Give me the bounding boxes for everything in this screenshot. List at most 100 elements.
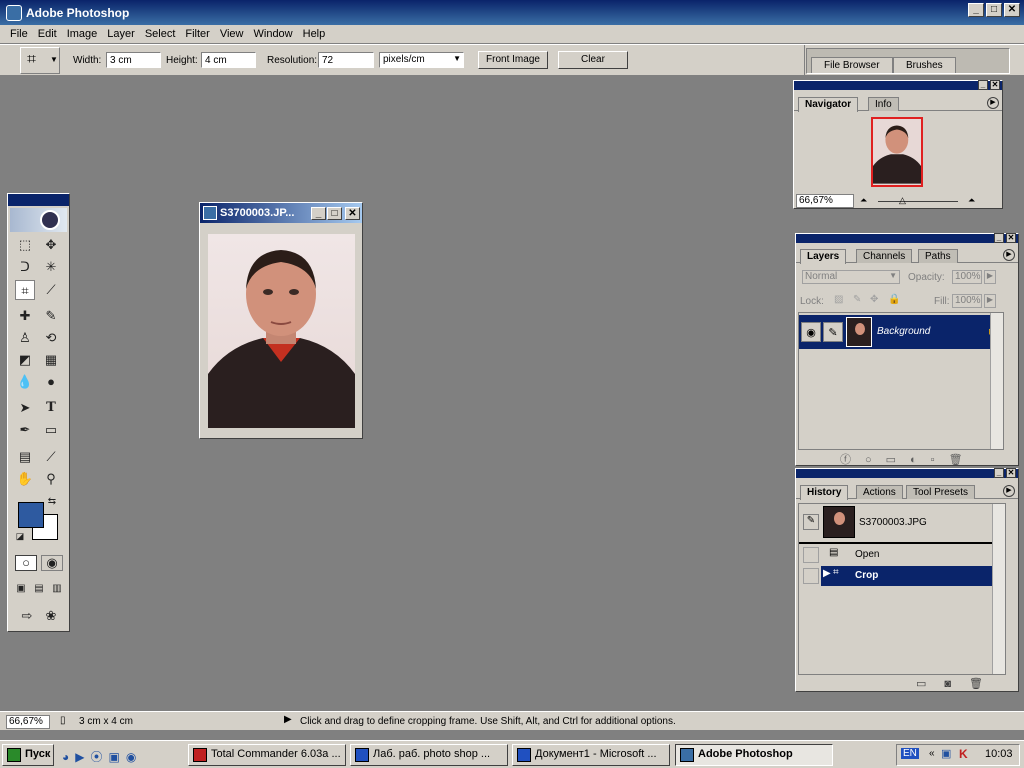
zoom-slider[interactable] [878, 201, 958, 202]
layers-close-button[interactable]: ✕ [1006, 233, 1016, 243]
type-tool-icon[interactable]: T [41, 398, 61, 418]
lock-transparency-icon[interactable]: ▨ [834, 294, 843, 305]
menu-select[interactable]: Select [140, 28, 181, 40]
imageready-icon[interactable]: ❀ [41, 606, 61, 626]
status-menu-arrow-icon[interactable]: ▶ [284, 714, 292, 725]
task-photoshop[interactable]: Adobe Photoshop [675, 744, 833, 766]
layers-scrollbar[interactable] [990, 313, 1003, 449]
blur-tool-icon[interactable]: 💧 [15, 372, 35, 392]
tab-paths[interactable]: Paths [918, 249, 958, 263]
tab-brushes[interactable]: Brushes [893, 57, 956, 73]
opacity-arrow-icon[interactable]: ▶ [984, 270, 996, 284]
crop-tool-icon[interactable]: ⌗ [15, 280, 35, 300]
slice-tool-icon[interactable]: ⟋ [41, 280, 61, 300]
task-word-document[interactable]: Документ1 - Microsoft ... [512, 744, 670, 766]
task-total-commander[interactable]: Total Commander 6.03a ... [188, 744, 346, 766]
layers-footer-icons[interactable]: ⓕ○▭◐▫🗑 [840, 451, 977, 467]
language-indicator[interactable]: EN [901, 748, 919, 759]
history-step-open[interactable]: ▤ Open [799, 545, 1005, 565]
path-selection-tool-icon[interactable]: ➤ [15, 398, 35, 418]
network-icon[interactable]: ▣ [941, 747, 951, 760]
tab-file-browser[interactable]: File Browser [811, 57, 893, 73]
visibility-eye-icon[interactable]: ◉ [801, 322, 821, 342]
history-menu-button[interactable]: ▶ [1003, 485, 1015, 497]
maximize-button[interactable]: □ [986, 3, 1002, 17]
standard-screen-mode-icon[interactable]: ▣ [13, 581, 29, 597]
minimize-button[interactable]: _ [968, 3, 984, 17]
full-screen-menu-mode-icon[interactable]: ▤ [31, 581, 47, 597]
document-minimize-button[interactable]: _ [311, 206, 326, 220]
dodge-tool-icon[interactable]: ● [41, 372, 61, 392]
layers-minimize-button[interactable]: _ [994, 233, 1004, 243]
fill-arrow-icon[interactable]: ▶ [984, 294, 996, 308]
close-button[interactable]: ✕ [1004, 3, 1020, 17]
status-zoom-field[interactable]: 66,67% [6, 715, 50, 729]
zoom-tool-icon[interactable]: ⚲ [41, 469, 61, 489]
history-minimize-button[interactable]: _ [994, 468, 1004, 478]
jump-to-imageready-icon[interactable]: ⇨ [15, 606, 39, 626]
opacity-field[interactable]: 100% [952, 270, 982, 284]
eyedropper-tool-icon[interactable]: ⟋ [41, 447, 61, 467]
lock-position-icon[interactable]: ✥ [870, 294, 878, 305]
zoom-out-icon[interactable]: ⏶ [860, 195, 867, 206]
quick-mask-mode-icon[interactable]: ◉ [41, 555, 63, 571]
eraser-tool-icon[interactable]: ◩ [15, 350, 35, 370]
tab-actions[interactable]: Actions [856, 485, 903, 499]
tab-layers[interactable]: Layers [800, 249, 847, 264]
tray-expand-icon[interactable]: « [929, 748, 935, 759]
history-step-crop[interactable]: ▶ ⌗ Crop [799, 566, 995, 586]
clear-button[interactable]: Clear [558, 51, 628, 69]
tab-history[interactable]: History [800, 485, 849, 500]
shape-tool-icon[interactable]: ▭ [41, 420, 61, 440]
start-button[interactable]: Пуск [2, 744, 54, 766]
menu-file[interactable]: File [5, 28, 33, 40]
navigator-close-button[interactable]: ✕ [990, 80, 1000, 90]
history-header[interactable]: _ ✕ [796, 468, 1018, 478]
fill-field[interactable]: 100% [952, 294, 982, 308]
resolution-field[interactable] [318, 52, 374, 68]
hand-tool-icon[interactable]: ✋ [15, 469, 35, 489]
gradient-tool-icon[interactable]: ▦ [41, 350, 61, 370]
menu-edit[interactable]: Edit [33, 28, 62, 40]
history-brush-tool-icon[interactable]: ⟲ [41, 328, 61, 348]
menu-help[interactable]: Help [298, 28, 331, 40]
navigator-zoom-field[interactable]: 66,67% [796, 194, 854, 208]
menu-view[interactable]: View [215, 28, 249, 40]
quick-launch-icons[interactable]: ◕▶⦿▣◉ [62, 748, 142, 765]
zoom-slider-handle-icon[interactable]: △ [899, 195, 906, 206]
layers-menu-button[interactable]: ▶ [1003, 249, 1015, 261]
antivirus-icon[interactable]: K [959, 747, 968, 761]
swap-colors-icon[interactable]: ⇆ [46, 496, 58, 508]
notes-tool-icon[interactable]: ▤ [15, 447, 35, 467]
document-close-button[interactable]: ✕ [345, 206, 360, 220]
document-maximize-button[interactable]: □ [327, 206, 342, 220]
app-titlebar[interactable]: Adobe Photoshop _ □ ✕ [0, 0, 1024, 25]
document-photo[interactable] [208, 234, 355, 428]
tab-navigator[interactable]: Navigator [798, 97, 859, 112]
menu-filter[interactable]: Filter [180, 28, 214, 40]
default-colors-icon[interactable]: ◪ [14, 530, 26, 542]
full-screen-mode-icon[interactable]: ▥ [49, 581, 65, 597]
navigator-minimize-button[interactable]: _ [978, 80, 988, 90]
resolution-units-select[interactable]: pixels/cm ▼ [379, 52, 464, 68]
zoom-in-icon[interactable]: ⏶ [968, 195, 975, 206]
document-window[interactable]: S3700003.JP... _ □ ✕ [199, 202, 363, 439]
blend-mode-select[interactable]: Normal ▼ [802, 270, 900, 284]
pen-tool-icon[interactable]: ✒ [15, 420, 35, 440]
width-field[interactable] [106, 52, 161, 68]
height-field[interactable] [201, 52, 256, 68]
foreground-color-swatch[interactable] [18, 502, 44, 528]
history-snapshot-row[interactable]: ✎ S3700003.JPG [799, 504, 1005, 540]
front-image-button[interactable]: Front Image [478, 51, 548, 69]
menu-image[interactable]: Image [62, 28, 103, 40]
layers-header[interactable]: _ ✕ [796, 233, 1018, 243]
history-footer-icons[interactable]: ▭◙🗑 [916, 677, 1001, 690]
layer-row-background[interactable]: ◉ ✎ Background 🔒 [799, 315, 1003, 349]
tab-channels[interactable]: Channels [856, 249, 913, 263]
clone-stamp-tool-icon[interactable]: ♙ [15, 328, 35, 348]
marquee-tool-icon[interactable]: ⬚ [15, 235, 35, 255]
history-source-checkbox[interactable] [803, 547, 819, 563]
brush-tool-icon[interactable]: ✎ [41, 306, 61, 326]
task-word-lab[interactable]: Лаб. раб. photo shop ... [350, 744, 508, 766]
lock-brush-icon[interactable]: ✎ [853, 294, 861, 305]
